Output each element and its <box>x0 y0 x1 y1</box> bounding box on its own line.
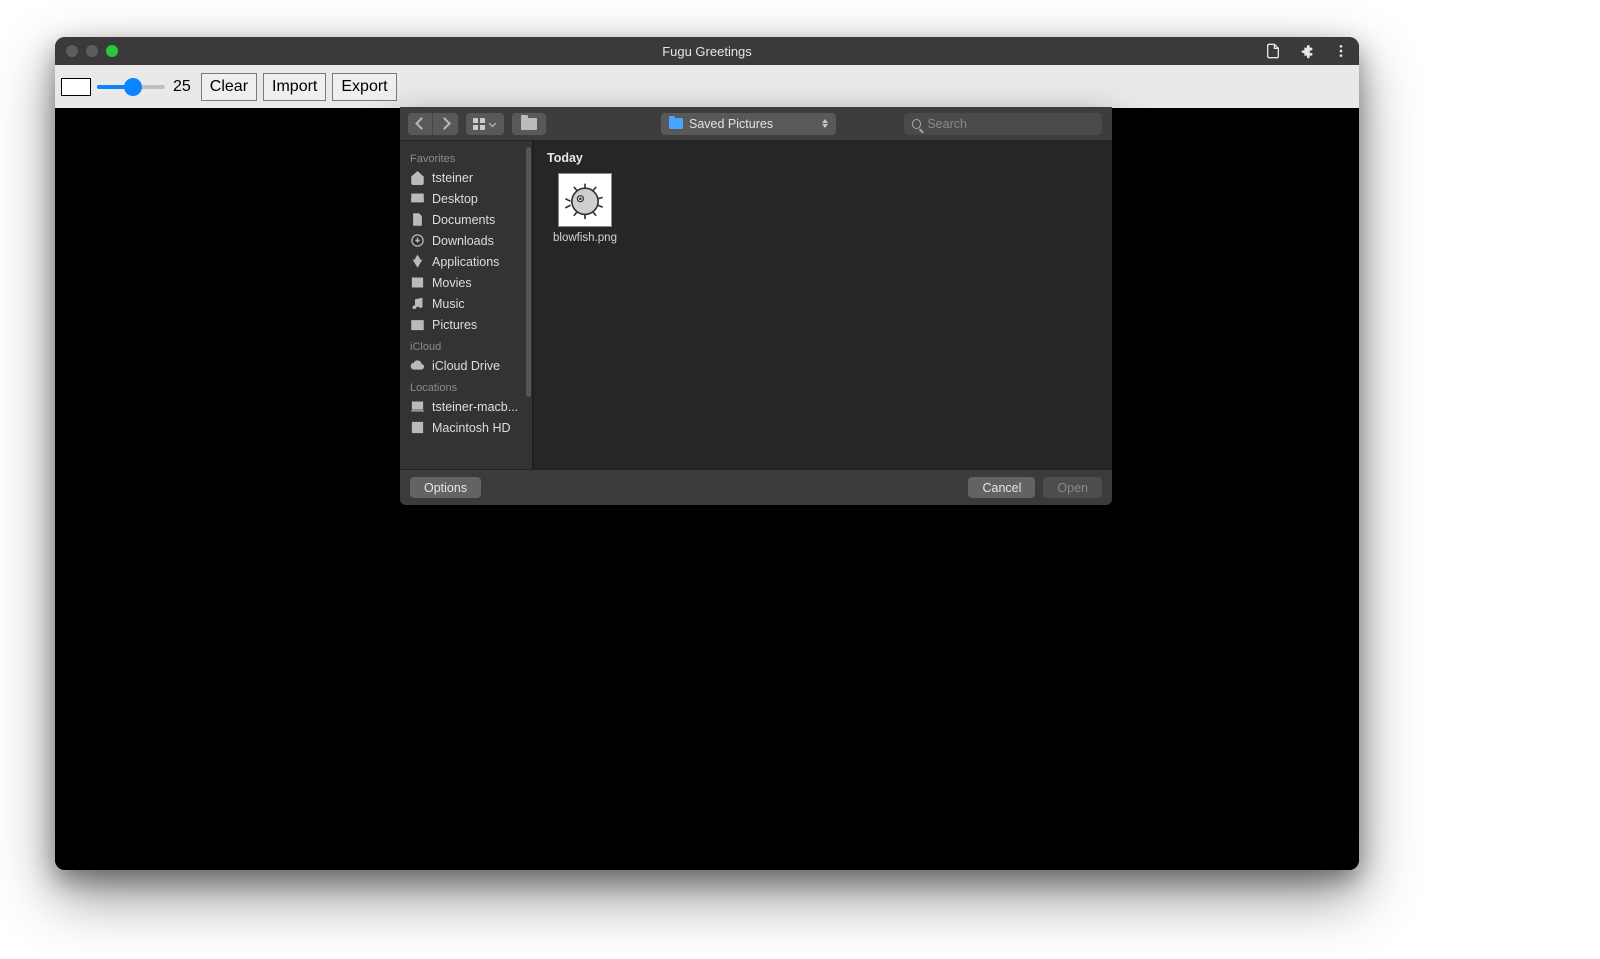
sidebar-item-label: Desktop <box>432 192 478 206</box>
scrollbar[interactable] <box>526 147 531 397</box>
chevron-down-icon <box>489 120 497 128</box>
import-button[interactable]: Import <box>263 73 326 101</box>
sidebar-item-movies[interactable]: Movies <box>400 272 532 293</box>
back-button[interactable] <box>408 113 433 135</box>
forward-button[interactable] <box>433 113 458 135</box>
brush-size-value: 25 <box>173 78 191 96</box>
sidebar-item-icloud-drive[interactable]: iCloud Drive <box>400 355 532 376</box>
export-button[interactable]: Export <box>332 73 396 101</box>
sidebar-header-favorites: Favorites <box>400 147 532 167</box>
document-icon <box>410 212 425 227</box>
laptop-icon <box>410 399 425 414</box>
home-icon <box>410 170 425 185</box>
cloud-icon <box>410 358 425 373</box>
chevron-right-icon <box>438 117 451 130</box>
pictures-icon <box>410 317 425 332</box>
updown-icon <box>822 119 828 128</box>
sidebar-item-pictures[interactable]: Pictures <box>400 314 532 335</box>
minimize-window-button[interactable] <box>86 45 98 57</box>
group-button[interactable] <box>512 113 546 135</box>
sidebar-item-label: Documents <box>432 213 495 227</box>
color-swatch[interactable] <box>61 78 91 96</box>
sidebar-item-applications[interactable]: Applications <box>400 251 532 272</box>
open-button[interactable]: Open <box>1043 477 1102 498</box>
sidebar-header-locations: Locations <box>400 376 532 396</box>
sidebar-item-label: Downloads <box>432 234 494 248</box>
disk-icon <box>410 420 425 435</box>
sidebar-header-icloud: iCloud <box>400 335 532 355</box>
sidebar-item-label: Pictures <box>432 318 477 332</box>
file-thumbnail <box>558 173 612 227</box>
clear-button[interactable]: Clear <box>201 73 257 101</box>
search-icon <box>912 119 921 129</box>
folder-icon <box>521 118 537 130</box>
grid-view-icon <box>473 118 485 130</box>
cancel-button[interactable]: Cancel <box>968 477 1035 498</box>
sidebar-item-music[interactable]: Music <box>400 293 532 314</box>
sidebar-item-desktop[interactable]: Desktop <box>400 188 532 209</box>
chevron-left-icon <box>415 117 428 130</box>
dialog-toolbar: Saved Pictures <box>400 107 1112 141</box>
apps-icon <box>410 254 425 269</box>
search-input[interactable] <box>927 117 1094 131</box>
search-box[interactable] <box>904 113 1102 135</box>
close-window-button[interactable] <box>66 45 78 57</box>
sidebar-item-label: iCloud Drive <box>432 359 500 373</box>
titlebar: Fugu Greetings <box>55 37 1359 65</box>
extension-icon[interactable] <box>1299 43 1315 59</box>
more-icon[interactable] <box>1333 43 1349 59</box>
sidebar-item-label: Applications <box>432 255 499 269</box>
app-toolbar: 25 Clear Import Export <box>55 65 1359 108</box>
folder-icon <box>669 118 683 129</box>
sidebar-item-label: Movies <box>432 276 472 290</box>
window-title: Fugu Greetings <box>55 44 1359 59</box>
sidebar-item-label: Music <box>432 297 465 311</box>
movies-icon <box>410 275 425 290</box>
app-window: Fugu Greetings 25 Clear Import Export <box>55 37 1359 870</box>
music-icon <box>410 296 425 311</box>
file-name: blowfish.png <box>553 232 617 244</box>
view-mode-button[interactable] <box>466 113 504 135</box>
sidebar-item-label: Macintosh HD <box>432 421 511 435</box>
sidebar-item-home[interactable]: tsteiner <box>400 167 532 188</box>
download-icon <box>410 233 425 248</box>
file-group-header: Today <box>533 141 1112 173</box>
dialog-footer: Options Cancel Open <box>400 469 1112 505</box>
sidebar-item-documents[interactable]: Documents <box>400 209 532 230</box>
maximize-window-button[interactable] <box>106 45 118 57</box>
desktop-icon <box>410 191 425 206</box>
sidebar-item-laptop[interactable]: tsteiner-macb... <box>400 396 532 417</box>
path-selector[interactable]: Saved Pictures <box>661 113 836 135</box>
blowfish-icon <box>564 179 606 221</box>
file-icon[interactable] <box>1265 43 1281 59</box>
file-open-dialog: Saved Pictures Favorites tsteiner Deskto… <box>400 107 1112 505</box>
brush-size-slider[interactable] <box>97 80 165 94</box>
sidebar-item-label: tsteiner <box>432 171 473 185</box>
file-browser: Today <box>533 141 1112 469</box>
sidebar: Favorites tsteiner Desktop Documents Dow… <box>400 141 533 469</box>
sidebar-item-downloads[interactable]: Downloads <box>400 230 532 251</box>
sidebar-item-disk[interactable]: Macintosh HD <box>400 417 532 438</box>
sidebar-item-label: tsteiner-macb... <box>432 400 518 414</box>
path-label: Saved Pictures <box>689 117 816 131</box>
file-item[interactable]: blowfish.png <box>545 173 625 244</box>
options-button[interactable]: Options <box>410 477 481 498</box>
